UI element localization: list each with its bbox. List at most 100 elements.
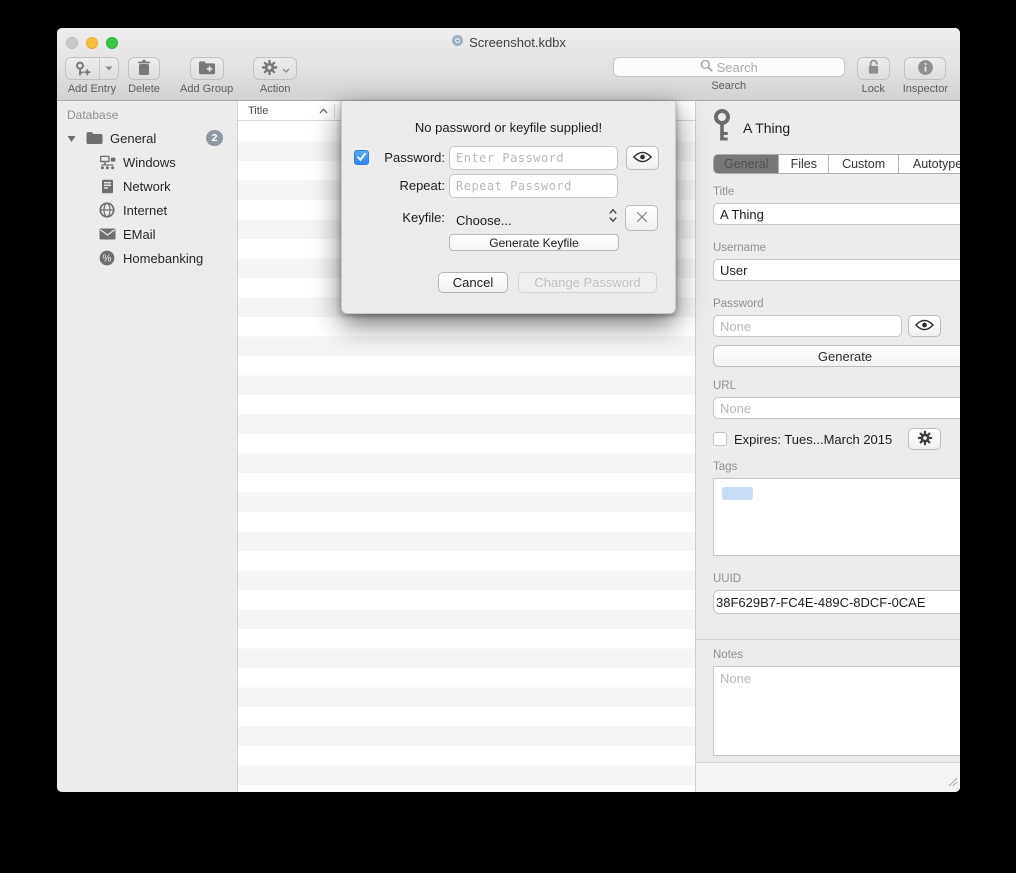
folder-icon <box>84 131 104 145</box>
keyfile-popup[interactable]: Choose... <box>456 213 512 228</box>
password-label: Password <box>713 298 941 310</box>
column-header-title[interactable]: Title <box>238 105 334 117</box>
search-group: Search Search <box>613 57 845 92</box>
sidebar-item-homebanking[interactable]: % Homebanking <box>57 246 237 270</box>
window-title-area: Screenshot.kdbx <box>57 34 960 50</box>
lock-button[interactable] <box>857 57 890 80</box>
delete-label: Delete <box>128 83 160 95</box>
expires-row: Expires: Tues...March 2015 <box>713 428 941 450</box>
key-icon <box>713 109 731 146</box>
repeat-password-input[interactable] <box>449 174 618 198</box>
inspector-tabs: General Files Custom Autotype <box>713 154 960 174</box>
server-icon <box>97 179 117 194</box>
generate-keyfile-button[interactable]: Generate Keyfile <box>449 234 619 251</box>
expires-settings-button[interactable] <box>908 428 941 450</box>
sidebar-item-email[interactable]: EMail <box>57 222 237 246</box>
password-field[interactable] <box>713 315 902 337</box>
svg-text:%: % <box>103 254 112 265</box>
envelope-icon <box>97 228 117 240</box>
info-icon <box>917 59 934 79</box>
add-entry-label: Add Entry <box>68 83 116 95</box>
password-field-label: Password: <box>342 150 445 165</box>
tab-files[interactable]: Files <box>779 155 829 173</box>
url-field[interactable] <box>713 397 960 419</box>
generate-password-button[interactable]: Generate <box>713 345 960 367</box>
column-divider[interactable] <box>334 104 335 118</box>
delete-group: Delete <box>128 57 160 95</box>
gear-icon <box>917 430 933 449</box>
close-x-icon <box>635 210 649 227</box>
sidebar-item-windows[interactable]: Windows <box>57 150 237 174</box>
expires-label: Expires: Tues...March 2015 <box>734 432 892 447</box>
dialog-keyfile-row: Keyfile: Choose... <box>342 207 675 233</box>
add-group-button[interactable] <box>190 57 224 80</box>
lock-group: Lock <box>857 57 890 95</box>
tab-custom[interactable]: Custom <box>829 155 899 173</box>
tags-box[interactable] <box>713 478 960 556</box>
sidebar-item-label: Homebanking <box>123 251 203 266</box>
action-group: Action <box>253 57 297 95</box>
add-entry-dropdown[interactable] <box>100 58 118 79</box>
globe-icon <box>97 202 117 218</box>
sidebar-group-label: General <box>110 131 156 146</box>
disclosure-triangle-icon[interactable] <box>67 131 79 146</box>
notes-label: Notes <box>713 649 941 661</box>
tags-label: Tags <box>713 461 941 473</box>
password-dialog: No password or keyfile supplied! Passwor… <box>341 101 676 314</box>
sidebar-item-label: Windows <box>123 155 176 170</box>
sidebar-item-label: Network <box>123 179 171 194</box>
url-label: URL <box>713 380 941 392</box>
key-plus-icon[interactable] <box>66 58 100 79</box>
search-input[interactable]: Search <box>613 57 845 77</box>
repeat-field-label: Repeat: <box>342 178 445 193</box>
sidebar-header: Database <box>67 108 118 122</box>
uuid-label: UUID <box>713 573 941 585</box>
inspector-caption: Inspector <box>903 83 948 95</box>
resize-grip[interactable] <box>948 775 958 790</box>
add-entry-button[interactable] <box>65 57 119 80</box>
show-password-button[interactable] <box>626 146 659 170</box>
sidebar-group-general[interactable]: General 2 <box>57 126 237 150</box>
sort-ascending-icon <box>319 108 328 114</box>
uuid-field[interactable] <box>713 590 960 614</box>
tag-pill[interactable] <box>722 487 753 500</box>
network-computers-icon <box>97 155 117 170</box>
window-title: Screenshot.kdbx <box>469 35 566 50</box>
action-button[interactable] <box>253 57 297 80</box>
clear-keyfile-button[interactable] <box>625 205 658 231</box>
eye-icon <box>633 151 652 166</box>
inspector-bottom-bar <box>696 763 960 792</box>
username-field[interactable] <box>713 259 960 281</box>
search-caption: Search <box>711 80 746 92</box>
search-icon <box>700 59 713 75</box>
inspector-button[interactable] <box>904 57 946 80</box>
enter-password-input[interactable] <box>449 146 618 170</box>
sidebar-item-internet[interactable]: Internet <box>57 198 237 222</box>
dialog-repeat-row: Repeat: <box>342 174 675 198</box>
notes-field[interactable] <box>713 666 960 756</box>
expires-checkbox[interactable] <box>713 432 727 446</box>
title-field[interactable] <box>713 203 960 225</box>
window-header: Screenshot.kdbx Add Entry <box>57 28 960 101</box>
add-group-label: Add Group <box>180 83 233 95</box>
sidebar-item-label: EMail <box>123 227 156 242</box>
dialog-password-row: Password: <box>342 146 675 170</box>
tab-autotype[interactable]: Autotype <box>899 155 960 173</box>
stepper-icon[interactable] <box>608 208 618 226</box>
reveal-password-button[interactable] <box>908 315 941 337</box>
section-divider <box>696 639 960 640</box>
tab-general[interactable]: General <box>714 155 779 173</box>
delete-button[interactable] <box>128 57 160 80</box>
sidebar: Database General 2 Windows Network <box>57 101 238 792</box>
toolbar-right: Search Search Lock <box>613 57 948 95</box>
change-password-button[interactable]: Change Password <box>518 272 657 293</box>
app-window: Screenshot.kdbx Add Entry <box>57 28 960 792</box>
toolbar: Add Entry Delete Add Group <box>65 57 948 95</box>
document-icon <box>451 34 464 50</box>
trash-icon <box>136 59 152 79</box>
lock-caption: Lock <box>862 83 885 95</box>
sidebar-item-network[interactable]: Network <box>57 174 237 198</box>
folder-plus-icon <box>198 60 216 78</box>
cancel-button[interactable]: Cancel <box>438 272 508 293</box>
inspector-group: Inspector <box>903 57 948 95</box>
